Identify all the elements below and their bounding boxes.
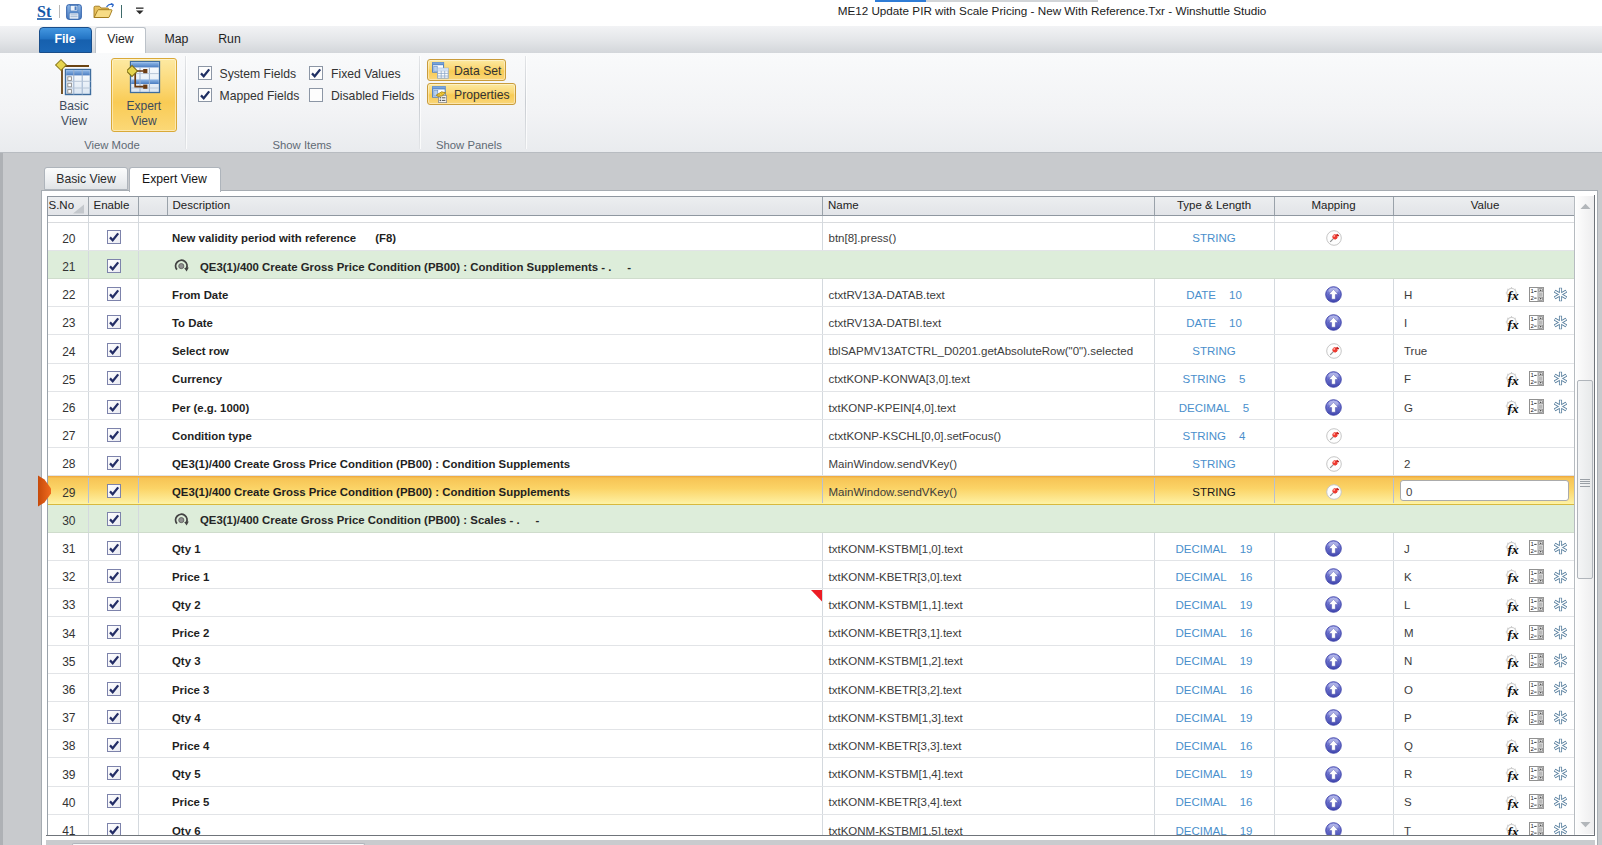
svg-text:St: St [37, 3, 52, 20]
